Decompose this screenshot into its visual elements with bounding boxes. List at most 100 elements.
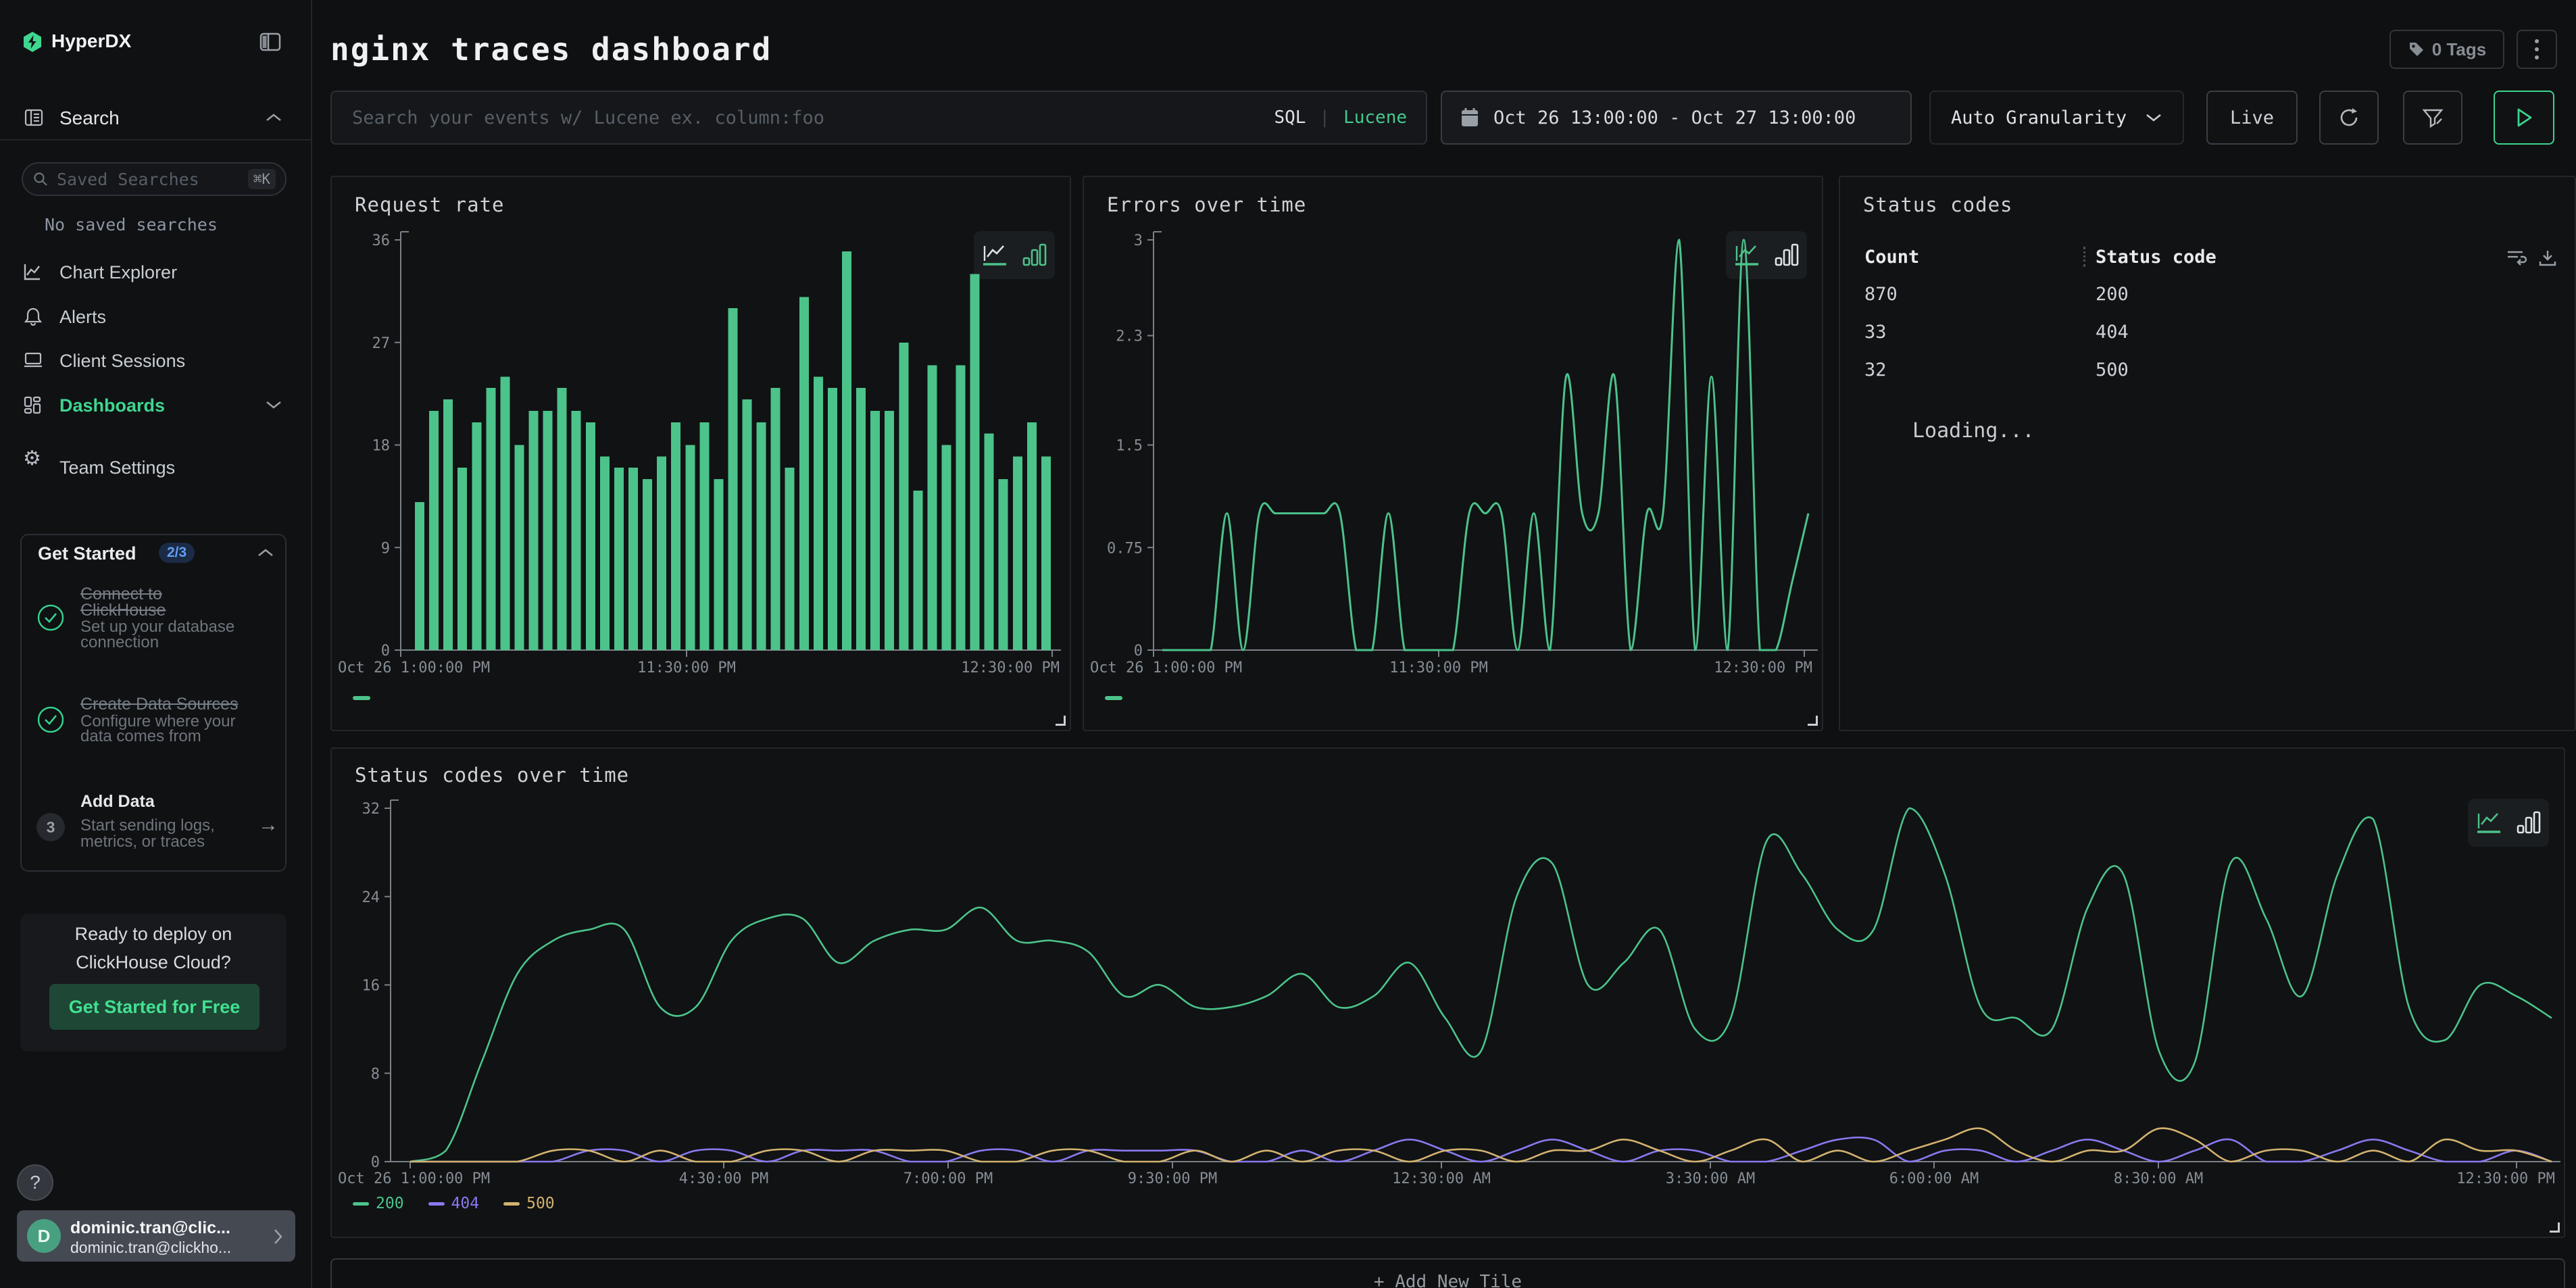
svg-text:16: 16 (362, 978, 380, 995)
svg-text:4:30:00 PM: 4:30:00 PM (679, 1170, 768, 1187)
legend-dash (503, 1202, 520, 1206)
column-separator[interactable] (2083, 247, 2085, 267)
search-icon (32, 171, 49, 187)
sql-mode-toggle[interactable]: SQL (1274, 107, 1306, 128)
panel-status-codes-over-time: Status codes over time 32241680Oct 26 1:… (330, 747, 2565, 1238)
legend-dash (1105, 696, 1122, 700)
chevron-up-icon[interactable] (257, 547, 274, 558)
svg-text:18: 18 (372, 438, 391, 455)
step-subtitle: metrics, or traces (80, 834, 205, 850)
errors-over-time-chart[interactable]: 32.31.50.750Oct 26 1:00:00 PM11:30:00 PM… (1084, 177, 1822, 730)
panel-menu-button[interactable] (2517, 30, 2557, 69)
status-codes-over-time-chart[interactable]: 32241680Oct 26 1:00:00 PM4:30:00 PM7:00:… (332, 749, 2564, 1237)
step-title[interactable]: Add Data (80, 793, 155, 810)
shortcut-badge: ⌘K (248, 169, 276, 189)
date-range-picker[interactable]: Oct 26 13:00:00 - Oct 27 13:00:00 (1441, 91, 1912, 145)
chevron-up-icon[interactable] (265, 112, 282, 123)
legend-dash (353, 1202, 369, 1206)
resize-handle[interactable] (2550, 1222, 2560, 1233)
svg-text:3:30:00 AM: 3:30:00 AM (1666, 1170, 1755, 1187)
table-header-count[interactable]: Count (1864, 248, 1919, 267)
add-new-tile-button[interactable]: + Add New Tile (330, 1258, 2565, 1288)
promo-line2: ClickHouse Cloud? (20, 953, 287, 972)
user-menu[interactable]: D dominic.tran@clic... dominic.tran@clic… (17, 1210, 295, 1262)
resize-handle[interactable] (1056, 716, 1066, 726)
download-icon[interactable] (2537, 249, 2558, 268)
sidebar-item-alerts[interactable]: Alerts (59, 307, 106, 327)
get-started-progress-badge: 2/3 (159, 543, 195, 563)
brand-name: HyperDX (51, 31, 131, 51)
date-range-value: Oct 26 13:00:00 - Oct 27 13:00:00 (1493, 107, 1856, 128)
loading-text: Loading... (1912, 419, 2035, 443)
svg-text:12:30:00 PM: 12:30:00 PM (1714, 660, 1812, 676)
table-cell-count[interactable]: 33 (1864, 323, 1887, 342)
event-search-input[interactable] (351, 107, 1260, 129)
mode-divider: | (1319, 107, 1330, 128)
chevron-down-icon[interactable] (265, 399, 282, 410)
request-rate-chart[interactable]: 36271890Oct 26 1:00:00 PM11:30:00 PM12:3… (332, 177, 1070, 730)
gear-icon: ⚙ (23, 449, 41, 469)
clickhouse-promo-card: Ready to deploy on ClickHouse Cloud? Get… (20, 914, 287, 1051)
page-title: nginx traces dashboard (330, 34, 772, 65)
play-icon (2514, 107, 2534, 128)
avatar: D (27, 1219, 61, 1253)
user-name: dominic.tran@clic... (70, 1219, 230, 1237)
tags-button[interactable]: 0 Tags (2389, 30, 2504, 69)
table-header-status-code[interactable]: Status code (2096, 248, 2216, 267)
get-started-free-button[interactable]: Get Started for Free (49, 984, 259, 1030)
svg-text:1.5: 1.5 (1116, 438, 1143, 455)
svg-text:0.75: 0.75 (1107, 540, 1143, 557)
event-search-box[interactable]: SQL | Lucene (330, 91, 1427, 145)
svg-text:11:30:00 PM: 11:30:00 PM (1389, 660, 1488, 676)
arrow-right-icon[interactable]: → (258, 814, 278, 837)
step-number-badge: 3 (36, 813, 65, 841)
filter-icon (2421, 105, 2445, 130)
svg-text:3: 3 (1134, 232, 1143, 249)
get-started-card: Get Started 2/3 Connect to ClickHouse Se… (20, 534, 287, 872)
collapse-sidebar-icon[interactable] (259, 32, 281, 51)
refresh-button[interactable] (2319, 91, 2379, 145)
no-saved-searches-text: No saved searches (45, 216, 218, 234)
step-subtitle: data comes from (80, 728, 201, 745)
resize-handle[interactable] (1808, 716, 1818, 726)
wrap-text-icon[interactable] (2506, 249, 2527, 268)
hyperdx-logo-icon (22, 31, 43, 53)
granularity-select[interactable]: Auto Granularity (1929, 91, 2184, 145)
tags-label: 0 Tags (2432, 39, 2486, 60)
legend-label: 404 (451, 1195, 480, 1212)
sidebar-item-team-settings[interactable]: Team Settings (59, 457, 175, 478)
sidebar-item-chart-explorer[interactable]: Chart Explorer (59, 262, 177, 282)
svg-text:36: 36 (372, 232, 391, 249)
user-email: dominic.tran@clickho... (70, 1239, 231, 1256)
table-cell-count[interactable]: 870 (1864, 285, 1898, 304)
chart-title: Status codes (1863, 193, 2013, 216)
table-cell-status[interactable]: 404 (2096, 323, 2129, 342)
step-title: ClickHouse (80, 602, 166, 618)
filter-button[interactable] (2403, 91, 2462, 145)
step-subtitle: Start sending logs, (80, 818, 215, 834)
chevron-down-icon (2145, 112, 2162, 123)
live-button[interactable]: Live (2206, 91, 2298, 145)
dashboards-icon (23, 395, 42, 414)
svg-text:12:30:00 PM: 12:30:00 PM (2456, 1170, 2555, 1187)
svg-text:9:30:00 PM: 9:30:00 PM (1128, 1170, 1217, 1187)
sidebar-item-search[interactable]: Search (59, 108, 120, 128)
svg-text:24: 24 (362, 889, 380, 906)
help-button[interactable]: ? (17, 1164, 53, 1201)
sidebar-item-client-sessions[interactable]: Client Sessions (59, 351, 185, 371)
sidebar-item-dashboards[interactable]: Dashboards (59, 395, 165, 416)
laptop-icon (23, 351, 43, 369)
run-query-button[interactable] (2494, 91, 2554, 145)
saved-searches-input[interactable] (55, 169, 214, 190)
calendar-icon (1460, 107, 1480, 128)
svg-text:Oct 26 1:00:00 PM: Oct 26 1:00:00 PM (1090, 660, 1242, 676)
svg-text:27: 27 (372, 335, 391, 352)
table-cell-count[interactable]: 32 (1864, 361, 1887, 380)
table-cell-status[interactable]: 200 (2096, 285, 2129, 304)
table-cell-status[interactable]: 500 (2096, 361, 2129, 380)
lucene-mode-toggle[interactable]: Lucene (1343, 107, 1407, 128)
panel-errors-over-time: Errors over time 32.31.50.750Oct 26 1:00… (1083, 176, 1823, 731)
saved-searches-box[interactable]: ⌘K (22, 162, 287, 196)
svg-text:0: 0 (371, 1154, 380, 1171)
legend-item: 404 (428, 1195, 480, 1212)
